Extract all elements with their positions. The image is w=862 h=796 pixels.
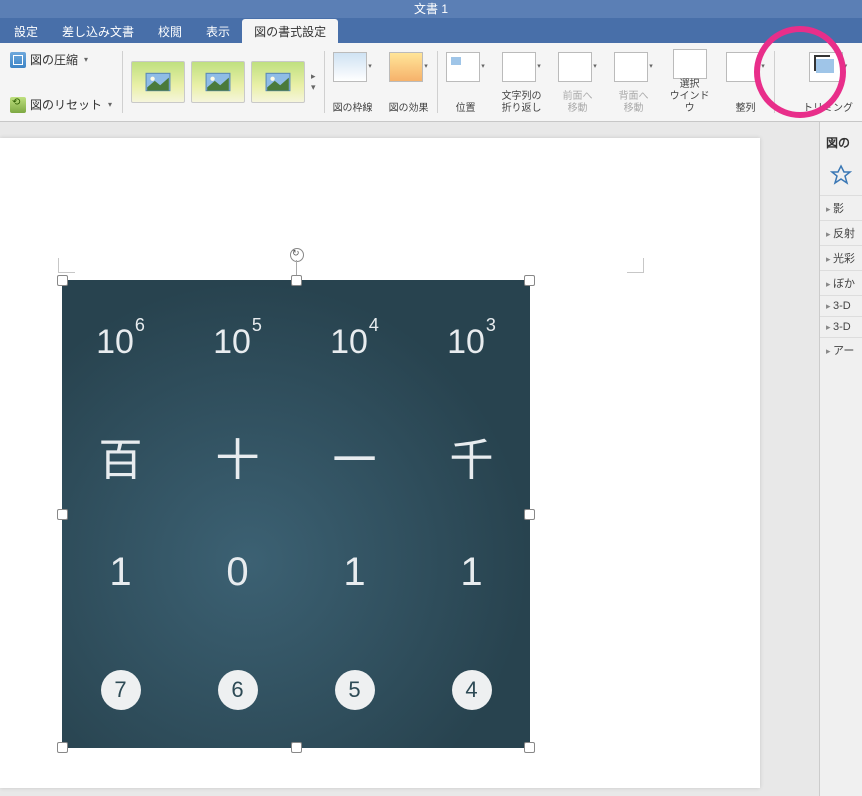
selection-pane-label: 選択 ウインドウ	[668, 79, 712, 115]
wrap-icon	[502, 52, 536, 82]
pic-cell: 103	[413, 280, 530, 397]
format-side-panel: 図の 影 反射 光彩 ぼか 3-D 3-D アー	[819, 122, 862, 796]
resize-handle-bm[interactable]	[291, 742, 302, 753]
compress-icon	[10, 52, 26, 68]
selected-picture[interactable]: 106 105 104 103 百 十 一 千 1 0 1 1 7 6 5 4	[62, 280, 530, 748]
pic-cell: 7	[62, 631, 179, 748]
effects-tab-icon[interactable]	[830, 164, 852, 186]
reset-picture-button[interactable]: 図のリセット ▾	[6, 94, 116, 115]
reset-icon	[10, 97, 26, 113]
style-thumb-3[interactable]	[251, 61, 305, 103]
send-backward-label: 背面へ 移動	[619, 91, 649, 115]
effect-label: 図の効果	[389, 103, 429, 115]
pane-item-3d-1[interactable]: 3-D	[820, 295, 862, 316]
pic-cell: 1	[296, 514, 413, 631]
pic-cell: 十	[179, 397, 296, 514]
pic-cell: 百	[62, 397, 179, 514]
gallery-more-button[interactable]: ▸▾	[311, 71, 316, 93]
resize-handle-tl[interactable]	[57, 275, 68, 286]
compress-picture-button[interactable]: 図の圧縮 ▾	[6, 49, 116, 70]
chevron-down-icon: ▾	[108, 100, 112, 109]
crop-icon	[809, 52, 843, 82]
border-icon	[333, 52, 367, 82]
resize-handle-bl[interactable]	[57, 742, 68, 753]
bring-forward-button: ▾ 前面へ 移動	[550, 47, 606, 117]
tab-view[interactable]: 表示	[194, 19, 242, 43]
resize-handle-tr[interactable]	[524, 275, 535, 286]
margin-corner-tl	[58, 258, 75, 273]
pic-cell: 一	[296, 397, 413, 514]
align-label: 整列	[736, 103, 756, 115]
tab-review[interactable]: 校閲	[146, 19, 194, 43]
resize-handle-tm[interactable]	[291, 275, 302, 286]
pic-cell: 104	[296, 280, 413, 397]
pic-cell: 千	[413, 397, 530, 514]
crop-label: トリミング	[803, 103, 853, 115]
pane-item-glow[interactable]: 光彩	[820, 245, 862, 270]
resize-handle-ml[interactable]	[57, 509, 68, 520]
compress-label: 図の圧縮	[30, 51, 78, 68]
pic-cell: 4	[413, 631, 530, 748]
send-backward-icon	[614, 52, 648, 82]
align-button[interactable]: ▾ 整列	[718, 47, 774, 117]
pane-item-shadow[interactable]: 影	[820, 195, 862, 220]
pic-cell: 0	[179, 514, 296, 631]
document-page[interactable]: 106 105 104 103 百 十 一 千 1 0 1 1 7 6 5 4	[0, 138, 760, 788]
reset-label: 図のリセット	[30, 96, 102, 113]
text-wrap-button[interactable]: ▾ 文字列の 折り返し	[494, 47, 550, 117]
crop-button[interactable]: ▾ トリミング	[794, 47, 862, 117]
bring-forward-label: 前面へ 移動	[563, 91, 593, 115]
position-icon	[446, 52, 480, 82]
margin-corner-tr	[627, 258, 644, 273]
bring-forward-icon	[558, 52, 592, 82]
pic-cell: 1	[62, 514, 179, 631]
pic-cell: 6	[179, 631, 296, 748]
selection-pane-button[interactable]: 選択 ウインドウ	[662, 47, 718, 117]
pic-cell: 5	[296, 631, 413, 748]
pane-item-blur[interactable]: ぼか	[820, 270, 862, 295]
tab-mailings[interactable]: 差し込み文書	[50, 19, 146, 43]
pane-item-3d-2[interactable]: 3-D	[820, 316, 862, 337]
effect-icon	[389, 52, 423, 82]
pic-cell: 1	[413, 514, 530, 631]
pic-cell: 106	[62, 280, 179, 397]
wrap-label: 文字列の 折り返し	[502, 91, 542, 115]
ribbon-tabs: 設定 差し込み文書 校閲 表示 図の書式設定	[0, 18, 862, 43]
tab-picture-format[interactable]: 図の書式設定	[242, 19, 338, 43]
resize-handle-mr[interactable]	[524, 509, 535, 520]
side-panel-header: 図の	[820, 130, 862, 155]
work-area: 106 105 104 103 百 十 一 千 1 0 1 1 7 6 5 4	[0, 122, 862, 796]
send-backward-button: ▾ 背面へ 移動	[606, 47, 662, 117]
position-label: 位置	[456, 103, 476, 115]
tab-design[interactable]: 設定	[2, 19, 50, 43]
border-label: 図の枠線	[333, 103, 373, 115]
selection-pane-icon	[673, 49, 707, 79]
pane-item-reflection[interactable]: 反射	[820, 220, 862, 245]
position-button[interactable]: ▾ 位置	[438, 47, 494, 117]
title-bar: 文書 1	[0, 0, 862, 18]
style-thumb-1[interactable]	[131, 61, 185, 103]
align-icon	[726, 52, 760, 82]
style-thumb-2[interactable]	[191, 61, 245, 103]
chevron-down-icon: ▾	[84, 55, 88, 64]
picture-border-button[interactable]: ▾ 図の枠線	[325, 47, 381, 117]
resize-handle-br[interactable]	[524, 742, 535, 753]
ribbon: 図の圧縮 ▾ 図のリセット ▾ ▸▾ ▾ 図の枠線 ▾ 図の効果 ▾ 位置 ▾ …	[0, 43, 862, 122]
pane-item-art[interactable]: アー	[820, 337, 862, 362]
rotate-handle-line	[296, 260, 297, 276]
rotate-handle[interactable]	[290, 248, 304, 262]
picture-effect-button[interactable]: ▾ 図の効果	[381, 47, 437, 117]
picture-content: 106 105 104 103 百 十 一 千 1 0 1 1 7 6 5 4	[62, 280, 530, 748]
pic-cell: 105	[179, 280, 296, 397]
picture-style-gallery[interactable]: ▸▾	[123, 47, 324, 117]
